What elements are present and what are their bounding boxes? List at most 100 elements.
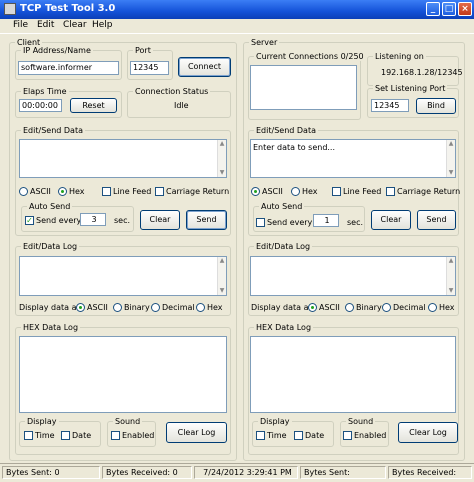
client-data-log-label: Edit/Data Log (21, 242, 80, 251)
server-disp-hex-radio[interactable] (428, 303, 437, 312)
connection-status-label: Connection Status (133, 87, 211, 96)
current-connections-list[interactable] (250, 65, 357, 110)
client-disp-ascii-radio[interactable] (76, 303, 85, 312)
menu-bar: File Edit Clear Help (0, 19, 474, 34)
client-hex-log-label: HEX Data Log (21, 323, 81, 332)
server-hex-log-label: HEX Data Log (254, 323, 314, 332)
scroll-down-icon[interactable]: ▼ (447, 169, 455, 177)
server-send-button[interactable]: Send (417, 210, 456, 230)
client-clear-log-button[interactable]: Clear Log (166, 422, 227, 443)
client-hex-log-textarea[interactable] (19, 336, 227, 413)
menu-edit[interactable]: Edit (37, 20, 54, 30)
window-title: TCP Test Tool 3.0 (20, 3, 116, 14)
server-hex-radio[interactable] (291, 187, 300, 196)
status-datetime: 7/24/2012 3:29:41 PM (194, 466, 298, 479)
menu-clear[interactable]: Clear (63, 20, 87, 30)
server-time-checkbox[interactable] (256, 431, 265, 440)
maximize-button[interactable]: □ (442, 2, 456, 16)
scroll-down-icon[interactable]: ▼ (218, 287, 226, 295)
client-display-as-label: Display data as: (19, 303, 84, 312)
client-send-every-label: Send every (36, 216, 82, 225)
scroll-up-icon[interactable]: ▲ (218, 257, 226, 265)
client-time-checkbox[interactable] (24, 431, 33, 440)
server-hex-log-textarea[interactable] (250, 336, 456, 413)
client-date-label: Date (72, 431, 92, 440)
title-bar[interactable]: TCP Test Tool 3.0 _ □ × (0, 0, 474, 19)
client-ascii-radio[interactable] (19, 187, 28, 196)
connect-button[interactable]: Connect (178, 57, 231, 77)
minimize-button[interactable]: _ (426, 2, 440, 16)
menu-help[interactable]: Help (92, 20, 113, 30)
server-disp-decimal-label: Decimal (393, 303, 426, 312)
set-listening-port-label: Set Listening Port (373, 84, 448, 93)
client-carriage-return-checkbox[interactable] (155, 187, 164, 196)
server-line-feed-checkbox[interactable] (332, 187, 341, 196)
client-send-scrollbar[interactable]: ▲ ▼ (217, 140, 226, 177)
server-send-every-label: Send every (267, 218, 313, 227)
status-bar: Bytes Sent: 0 Bytes Received: 0 7/24/201… (0, 463, 474, 482)
scroll-up-icon[interactable]: ▲ (447, 140, 455, 148)
scroll-down-icon[interactable]: ▼ (447, 287, 455, 295)
client-hex-label: Hex (69, 187, 85, 196)
server-data-log-label: Edit/Data Log (254, 242, 313, 251)
scroll-down-icon[interactable]: ▼ (218, 169, 226, 177)
server-data-log-textarea[interactable]: ▲ ▼ (250, 256, 456, 296)
server-clear-button[interactable]: Clear (371, 210, 411, 230)
server-interval-input[interactable]: 1 (313, 214, 339, 227)
client-edit-send-label: Edit/Send Data (21, 126, 85, 135)
server-edit-send-label: Edit/Send Data (254, 126, 318, 135)
scroll-up-icon[interactable]: ▲ (218, 140, 226, 148)
client-sound-enabled-checkbox[interactable] (111, 431, 120, 440)
menu-file[interactable]: File (13, 20, 28, 30)
server-log-scrollbar[interactable]: ▲ ▼ (446, 257, 455, 295)
close-button[interactable]: × (458, 2, 472, 16)
client-sec-label: sec. (114, 216, 131, 225)
client-date-checkbox[interactable] (61, 431, 70, 440)
server-clear-log-button[interactable]: Clear Log (398, 422, 458, 443)
server-sound-enabled-checkbox[interactable] (343, 431, 352, 440)
server-disp-ascii-radio[interactable] (308, 303, 317, 312)
server-sound-enabled-label: Enabled (354, 431, 387, 440)
server-group-label: Server (249, 38, 280, 47)
client-disp-decimal-label: Decimal (162, 303, 195, 312)
server-send-scrollbar[interactable]: ▲ ▼ (446, 140, 455, 177)
client-data-log-textarea[interactable]: ▲ ▼ (19, 256, 227, 296)
server-port-input[interactable]: 12345 (371, 99, 409, 112)
server-time-label: Time (267, 431, 287, 440)
client-display-label: Display (25, 417, 59, 426)
server-date-checkbox[interactable] (294, 431, 303, 440)
server-date-label: Date (305, 431, 325, 440)
client-clear-button[interactable]: Clear (140, 210, 180, 230)
client-disp-decimal-radio[interactable] (151, 303, 160, 312)
server-ascii-radio[interactable] (251, 187, 260, 196)
client-disp-binary-radio[interactable] (113, 303, 122, 312)
ip-address-label: IP Address/Name (21, 46, 93, 55)
client-send-every-checkbox[interactable]: ✓ (25, 216, 34, 225)
client-interval-input[interactable]: 3 (80, 213, 106, 226)
client-disp-hex-radio[interactable] (196, 303, 205, 312)
server-sound-label: Sound (346, 417, 376, 426)
connection-status-value: Idle (174, 101, 189, 110)
reset-button[interactable]: Reset (70, 98, 117, 113)
bind-button[interactable]: Bind (416, 98, 456, 114)
client-line-feed-checkbox[interactable] (102, 187, 111, 196)
server-disp-decimal-radio[interactable] (382, 303, 391, 312)
server-display-label: Display (258, 417, 292, 426)
client-send-button[interactable]: Send (186, 210, 227, 230)
server-send-textarea[interactable]: Enter data to send... ▲ ▼ (250, 139, 456, 178)
client-disp-hex-label: Hex (207, 303, 223, 312)
client-port-input[interactable]: 12345 (130, 61, 169, 75)
server-send-placeholder: Enter data to send... (253, 143, 336, 152)
client-hex-radio[interactable] (58, 187, 67, 196)
server-carriage-return-checkbox[interactable] (386, 187, 395, 196)
client-bytes-sent: Bytes Sent: 0 (2, 466, 100, 479)
server-auto-send-label: Auto Send (259, 202, 305, 211)
scroll-up-icon[interactable]: ▲ (447, 257, 455, 265)
client-send-textarea[interactable]: ▲ ▼ (19, 139, 227, 178)
ip-address-input[interactable]: software.informer (18, 61, 119, 75)
server-send-every-checkbox[interactable] (256, 218, 265, 227)
server-disp-ascii-label: ASCII (319, 303, 340, 312)
current-connections-label: Current Connections 0/250 (254, 52, 366, 61)
server-disp-binary-radio[interactable] (345, 303, 354, 312)
client-log-scrollbar[interactable]: ▲ ▼ (217, 257, 226, 295)
